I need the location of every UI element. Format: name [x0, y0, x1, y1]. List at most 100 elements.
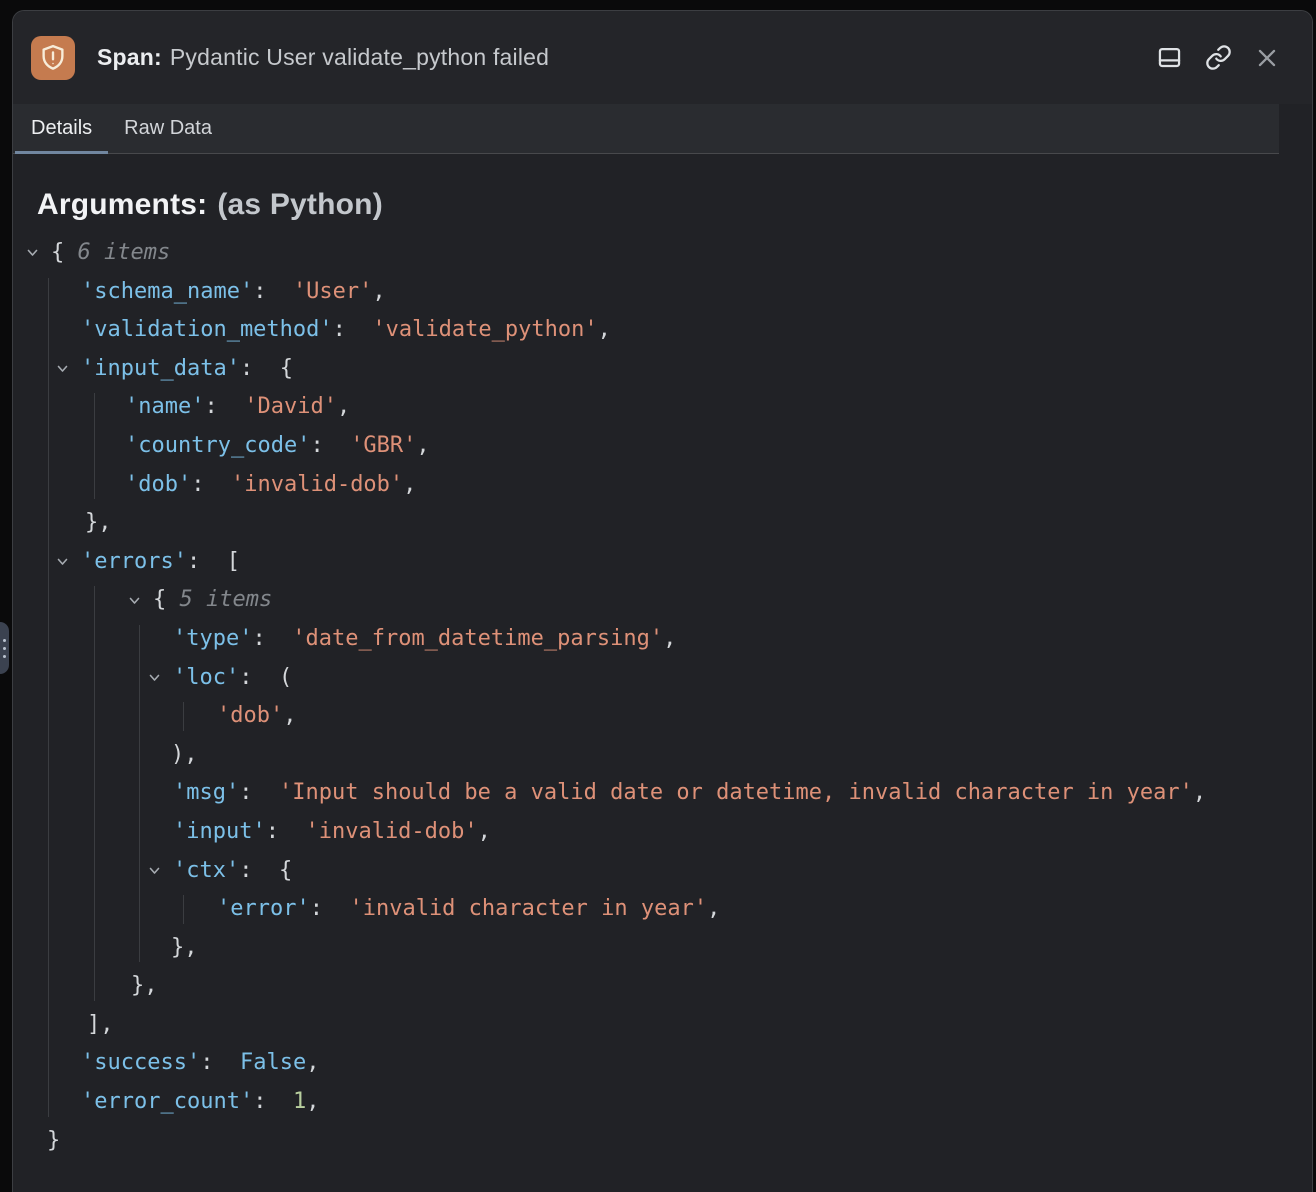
- token-pu: :: [252, 626, 292, 651]
- panel-resize-handle[interactable]: [0, 622, 9, 674]
- span-detail-panel: Span:Pydantic User validate_python faile…: [12, 10, 1313, 1192]
- token-key: 'country_code': [125, 433, 310, 458]
- token-str: 'invalid character in year': [349, 896, 707, 921]
- token-pu: }: [47, 1128, 60, 1153]
- token-str: 'GBR': [350, 433, 416, 458]
- arguments-heading-label: Arguments:: [37, 188, 207, 221]
- token-pu: ,: [478, 819, 491, 844]
- tree-row: ),: [13, 736, 1312, 775]
- tree-row: 'ctx': {: [13, 852, 1312, 891]
- token-key: 'input_data': [81, 356, 240, 381]
- token-str: 'invalid-dob': [231, 472, 403, 497]
- tree-row: 'error_count': 1,: [13, 1083, 1312, 1122]
- header-actions: [1150, 38, 1286, 77]
- tree-row: 'dob',: [13, 697, 1312, 736]
- token-pu: ],: [87, 1012, 114, 1037]
- token-pu: ,: [598, 317, 611, 342]
- token-str: 'David': [244, 394, 337, 419]
- arguments-heading: Arguments: (as Python): [37, 188, 1312, 222]
- indent-guide: [94, 393, 95, 499]
- token-pu: : (: [239, 665, 292, 690]
- tree-row: },: [13, 929, 1312, 968]
- token-pu: ,: [372, 279, 385, 304]
- token-pu: ,: [1193, 780, 1206, 805]
- indent-guide: [48, 278, 49, 1117]
- token-pu: },: [171, 935, 198, 960]
- token-key: 'schema_name': [81, 279, 253, 304]
- token-str: 'User': [293, 279, 372, 304]
- token-pu: :: [204, 394, 244, 419]
- tree-row: 'dob': 'invalid-dob',: [13, 466, 1312, 505]
- open-in-panel-icon[interactable]: [1150, 38, 1189, 77]
- token-key: 'error_count': [81, 1089, 253, 1114]
- collapse-chevron-icon[interactable]: [149, 852, 160, 891]
- tree-row: },: [13, 504, 1312, 543]
- panel-title: Span:Pydantic User validate_python faile…: [97, 44, 1150, 71]
- tab-bar: DetailsRaw Data: [13, 104, 1279, 154]
- tree-row: { 6 items: [13, 234, 1312, 273]
- token-pu: :: [310, 896, 350, 921]
- collapse-chevron-icon[interactable]: [27, 234, 38, 273]
- panel-header: Span:Pydantic User validate_python faile…: [13, 11, 1312, 104]
- token-str: 'validate_python': [372, 317, 597, 342]
- tree-row: }: [13, 1122, 1312, 1161]
- token-key: 'success': [81, 1050, 200, 1075]
- tab-details[interactable]: Details: [15, 104, 108, 153]
- token-pu: ),: [171, 742, 198, 767]
- token-key: 'loc': [173, 665, 239, 690]
- tree-row: },: [13, 967, 1312, 1006]
- token-pu: },: [85, 510, 112, 535]
- token-pu: ,: [416, 433, 429, 458]
- tree-row: 'input': 'invalid-dob',: [13, 813, 1312, 852]
- tree-row: 'country_code': 'GBR',: [13, 427, 1312, 466]
- token-pu: :: [239, 780, 279, 805]
- token-pu: :: [253, 1089, 293, 1114]
- arguments-heading-format: (as Python): [217, 188, 383, 221]
- token-str: 'invalid-dob': [305, 819, 477, 844]
- collapse-chevron-icon[interactable]: [57, 543, 68, 582]
- shield-alert-icon: [31, 36, 75, 80]
- token-pu: :: [310, 433, 350, 458]
- tree-row: { 5 items: [13, 581, 1312, 620]
- token-pu: ,: [707, 896, 720, 921]
- token-str: 'Input should be a valid date or datetim…: [279, 780, 1193, 805]
- collapse-chevron-icon[interactable]: [57, 350, 68, 389]
- token-key: 'name': [125, 394, 204, 419]
- token-pu: {: [153, 587, 180, 612]
- token-pu: :: [253, 279, 293, 304]
- token-str: 'date_from_datetime_parsing': [292, 626, 663, 651]
- tree-row: 'name': 'David',: [13, 388, 1312, 427]
- indent-guide: [183, 895, 184, 924]
- token-pu: :: [333, 317, 373, 342]
- token-key: 'dob': [125, 472, 191, 497]
- indent-guide: [139, 625, 140, 962]
- token-pu: ,: [306, 1089, 319, 1114]
- tree-row: 'errors': [: [13, 543, 1312, 582]
- token-num: 1: [293, 1089, 306, 1114]
- copy-link-icon[interactable]: [1199, 38, 1238, 77]
- tree-row: 'msg': 'Input should be a valid date or …: [13, 774, 1312, 813]
- panel-title-text: Pydantic User validate_python failed: [170, 44, 549, 70]
- token-it: 6 items: [78, 240, 171, 265]
- close-icon[interactable]: [1248, 39, 1286, 77]
- indent-guide: [183, 702, 184, 731]
- token-pu: :: [200, 1050, 240, 1075]
- token-pu: {: [51, 240, 78, 265]
- arguments-json-tree: { 6 items'schema_name': 'User','validati…: [13, 234, 1312, 1160]
- token-pu: ,: [283, 703, 296, 728]
- tree-row: 'input_data': {: [13, 350, 1312, 389]
- tree-row: 'schema_name': 'User',: [13, 273, 1312, 312]
- token-key: 'msg': [173, 780, 239, 805]
- tab-raw-data[interactable]: Raw Data: [108, 104, 228, 153]
- token-key: 'type': [173, 626, 252, 651]
- token-pu: ,: [663, 626, 676, 651]
- indent-guide: [94, 586, 95, 1001]
- collapse-chevron-icon[interactable]: [129, 581, 140, 620]
- token-pu: ,: [306, 1050, 319, 1075]
- token-key: 'error': [217, 896, 310, 921]
- collapse-chevron-icon[interactable]: [149, 659, 160, 698]
- token-key: 'ctx': [173, 858, 239, 883]
- token-pu: : [: [187, 549, 240, 574]
- token-key: 'errors': [81, 549, 187, 574]
- tree-row: 'validation_method': 'validate_python',: [13, 311, 1312, 350]
